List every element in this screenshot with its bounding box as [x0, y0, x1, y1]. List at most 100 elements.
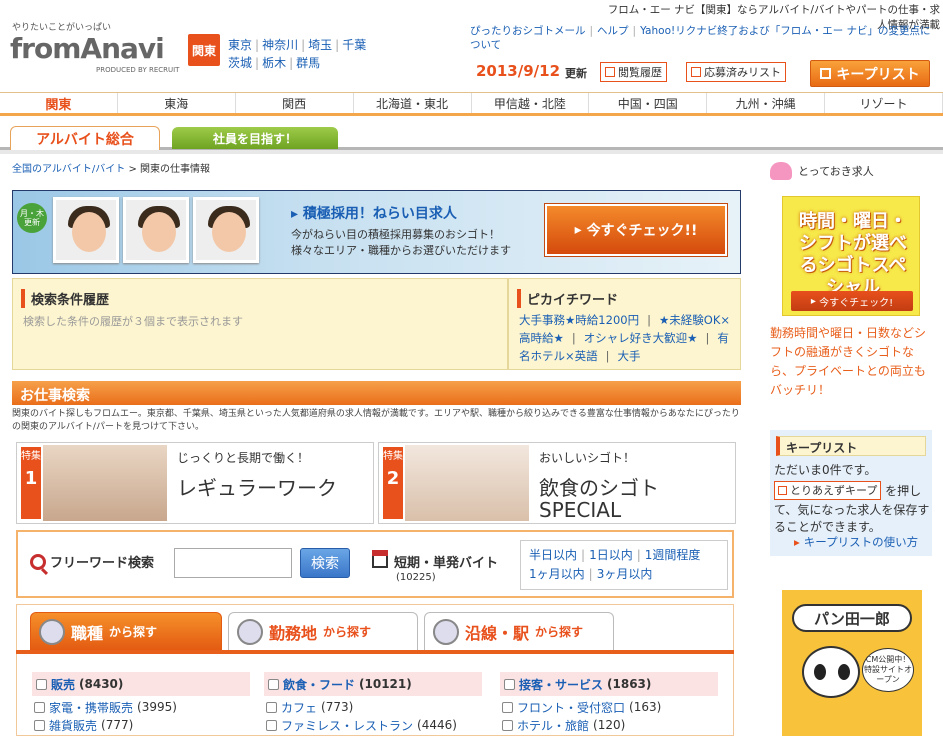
- banner-text1: 今がねらい目の積極採用募集のおシゴト！: [291, 228, 500, 241]
- list-item: ホテル・旅館 (120): [502, 716, 661, 734]
- pref-link-saitama[interactable]: 埼玉: [308, 38, 332, 52]
- period-half-day[interactable]: 半日以内: [529, 548, 577, 562]
- tab-search-by-job-type[interactable]: 職種 から探す: [30, 612, 222, 650]
- category-link[interactable]: 販売: [51, 676, 75, 693]
- building-icon: [237, 618, 263, 645]
- category-link[interactable]: 飲食・フード: [283, 676, 355, 693]
- history-button[interactable]: 閲覧履歴: [600, 62, 667, 82]
- train-icon: [433, 618, 459, 645]
- period-one-month[interactable]: 1ヶ月以内: [529, 567, 585, 581]
- header-links: ぴったりおシゴトメール | ヘルプ | Yahoo!リクナビ終了および「フロム・エー ナ…: [470, 25, 931, 51]
- region-tokai[interactable]: 東海: [118, 93, 236, 113]
- region-koshinetsu-hokuriku[interactable]: 甲信越・北陸: [472, 93, 590, 113]
- featured-banner[interactable]: 月・木 更新 ▸ 積極採用！ねらい目求人 今がねらい目の積極採用募集のおシゴト！…: [12, 190, 741, 274]
- pref-link-tokyo[interactable]: 東京: [228, 38, 252, 52]
- prefecture-links: 東京 | 神奈川 | 埼玉 | 千葉 茨城 | 栃木 | 群馬: [228, 38, 367, 70]
- check-now-button[interactable]: ▸ 今すぐチェック!!: [545, 204, 727, 256]
- category-checkbox[interactable]: [504, 678, 515, 690]
- tab-sub-label: から探す: [323, 625, 372, 639]
- category-header: 接客・サービス (1863): [500, 672, 718, 696]
- short-term-link[interactable]: 短期・単発バイト: [394, 552, 498, 571]
- feature-subtitle: おいしいシゴト！: [539, 451, 636, 465]
- pickup-word[interactable]: 大手事務★時給1200円: [519, 313, 639, 327]
- tab-search-by-location[interactable]: 勤務地 から探す: [228, 612, 418, 650]
- window-icon: [605, 67, 615, 77]
- keep-list-count: ただいま0件です。: [774, 463, 877, 477]
- region-kanto[interactable]: 関東: [0, 93, 118, 113]
- keep-list-button[interactable]: キープリスト: [810, 60, 930, 87]
- subcategory-link[interactable]: ホテル・旅館: [517, 717, 589, 734]
- subcategory-link[interactable]: フロント・受付窓口: [517, 699, 625, 716]
- subcategory-count: (163): [629, 700, 662, 714]
- pref-link-tochigi[interactable]: 栃木: [262, 56, 286, 70]
- subcategory-checkbox[interactable]: [502, 701, 513, 713]
- feature-food-special[interactable]: 特集 2 おいしいシゴト！ 飲食のシゴト SPECIAL: [378, 442, 736, 524]
- subcategory-count: (120): [593, 718, 626, 732]
- period-one-week[interactable]: 1週間程度: [645, 548, 701, 562]
- region-nav: 関東 東海 関西 北海道・東北 甲信越・北陸 中国・四国 九州・沖縄 リゾート: [0, 92, 943, 116]
- pickup-word[interactable]: オシャレ好き大歓迎★: [584, 331, 698, 345]
- subcategory-link[interactable]: ファミレス・レストラン: [281, 717, 413, 734]
- feature-regular-work[interactable]: 特集 1 じっくりと長期で働く！ レギュラーワーク: [16, 442, 374, 524]
- tab-employee[interactable]: 社員を目指す！: [172, 127, 338, 149]
- shift-special-button[interactable]: ▸ 今すぐチェック!: [791, 291, 913, 311]
- category-checkbox[interactable]: [268, 678, 279, 690]
- period-one-day[interactable]: 1日以内: [589, 548, 633, 562]
- subcategory-checkbox[interactable]: [266, 719, 277, 731]
- banner-text2: 様々なエリア・職種からお選びいただけます: [291, 244, 511, 257]
- region-chugoku-shikoku[interactable]: 中国・四国: [589, 93, 708, 113]
- breadcrumb-home[interactable]: 全国のアルバイト/バイト: [12, 164, 125, 175]
- sidebar-heading-text: とっておき求人: [798, 165, 874, 178]
- subcategory-link[interactable]: カフェ: [281, 699, 317, 716]
- keep-for-now-label: とりあえずキープ: [790, 484, 878, 497]
- applied-list-button-label: 応募済みリスト: [704, 66, 781, 79]
- category-header: 販売 (8430): [32, 672, 250, 696]
- feature-number: 1: [24, 468, 38, 489]
- site-logo[interactable]: fromAnavi: [10, 32, 165, 65]
- shift-special-button-label: 今すぐチェック!: [819, 297, 894, 309]
- subcategory-link[interactable]: 雑貨販売: [49, 717, 97, 734]
- freeword-input[interactable]: [174, 548, 292, 578]
- pref-link-chiba[interactable]: 千葉: [342, 38, 366, 52]
- list-item: ファミレス・レストラン (4446): [266, 716, 457, 734]
- keep-list-title: キープリスト: [776, 436, 926, 456]
- region-resort[interactable]: リゾート: [825, 93, 943, 113]
- keep-list-howto-link[interactable]: キープリストの使い方: [794, 534, 918, 550]
- update-label: 更新: [565, 67, 587, 80]
- keep-list-panel: キープリスト ただいま0件です。 とりあえずキープ を押して、気になった求人を保…: [770, 430, 932, 556]
- tab-part-time[interactable]: アルバイト総合: [10, 126, 160, 151]
- period-three-months[interactable]: 3ヶ月以内: [597, 567, 653, 581]
- subcategory-checkbox[interactable]: [266, 701, 277, 713]
- list-item: 家電・携帯販売 (3995): [34, 698, 177, 716]
- subcategory-checkbox[interactable]: [34, 701, 45, 713]
- help-link[interactable]: ヘルプ: [597, 25, 629, 37]
- pandaichiro-banner[interactable]: パン田一郎 CM公開中！特設サイトオープン: [782, 590, 922, 736]
- update-badge: 月・木 更新: [17, 203, 47, 233]
- subcategory-link[interactable]: 家電・携帯販売: [49, 699, 133, 716]
- pickup-words-panel: ピカイチワード 大手事務★時給1200円 | ★未経験OK×高時給★ | オシャレ好き大…: [508, 278, 741, 370]
- pickup-word[interactable]: 大手: [618, 349, 641, 363]
- panda-bubble: CM公開中！特設サイトオープン: [862, 648, 914, 692]
- search-button[interactable]: 検索: [300, 548, 350, 578]
- region-kyushu-okinawa[interactable]: 九州・沖縄: [707, 93, 826, 113]
- category-count: (10121): [359, 677, 412, 691]
- subcategory-checkbox[interactable]: [34, 719, 45, 731]
- shift-special-banner[interactable]: 時間・曜日・シフトが選べるシゴトスペシャル ▸ 今すぐチェック!: [782, 196, 920, 316]
- pref-link-gunma[interactable]: 群馬: [296, 56, 320, 70]
- banner-title: ▸ 積極採用！ねらい目求人: [291, 206, 457, 222]
- short-term-count: (10225): [396, 572, 436, 583]
- update-date: 2013/9/12: [476, 62, 561, 80]
- pref-link-kanagawa[interactable]: 神奈川: [262, 38, 298, 52]
- category-checkbox[interactable]: [36, 678, 47, 690]
- category-link[interactable]: 接客・サービス: [519, 676, 603, 693]
- region-kansai[interactable]: 関西: [236, 93, 354, 113]
- region-hokkaido-tohoku[interactable]: 北海道・東北: [354, 93, 472, 113]
- subcategory-count: (777): [101, 718, 134, 732]
- window-icon: [820, 68, 832, 79]
- applied-list-button[interactable]: 応募済みリスト: [686, 62, 786, 82]
- feature-number: 2: [386, 468, 400, 489]
- pref-link-ibaraki[interactable]: 茨城: [228, 56, 252, 70]
- subcategory-checkbox[interactable]: [502, 719, 513, 731]
- job-mail-link[interactable]: ぴったりおシゴトメール: [470, 25, 586, 37]
- tab-search-by-station[interactable]: 沿線・駅 から探す: [424, 612, 614, 650]
